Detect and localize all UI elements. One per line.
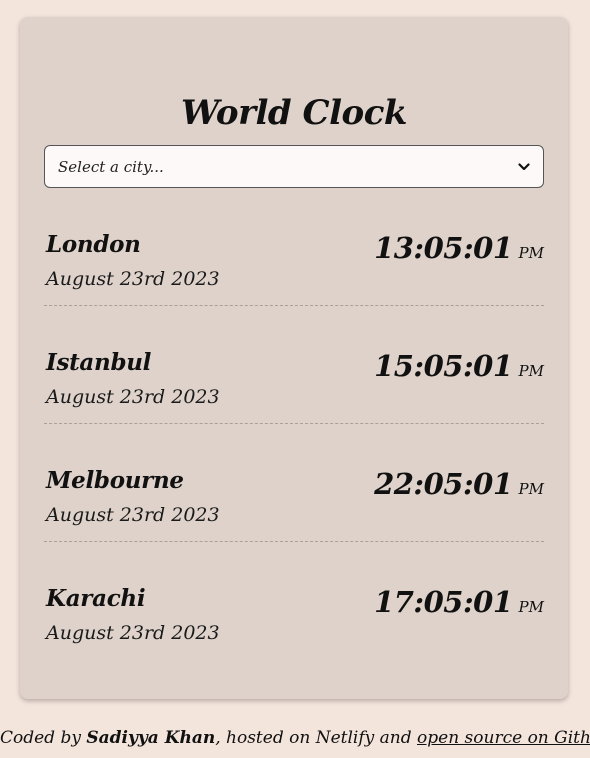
city-ampm: PM (518, 480, 544, 498)
city-select-value: Select a city... (58, 157, 164, 176)
city-clock: 17:05:01 (374, 585, 513, 619)
world-clock-card: World Clock Select a city... London Augu… (20, 17, 568, 699)
footer-middle: , hosted on Netlify and (215, 728, 418, 748)
city-clock: 22:05:01 (374, 467, 513, 501)
row-divider (44, 305, 544, 306)
city-time: 13:05:01 PM (374, 231, 544, 265)
city-name: Melbourne (46, 467, 184, 494)
city-name: Istanbul (46, 349, 152, 376)
city-clock: 15:05:01 (374, 349, 513, 383)
city-time: 22:05:01 PM (374, 467, 544, 501)
city-row-london: London August 23rd 2023 13:05:01 PM (44, 221, 544, 339)
city-row-karachi: Karachi August 23rd 2023 17:05:01 PM (44, 575, 544, 693)
row-divider (44, 541, 544, 542)
city-date: August 23rd 2023 (46, 622, 220, 644)
chevron-down-icon (517, 160, 531, 174)
footer-prefix: Coded by (0, 728, 87, 748)
city-name: London (46, 231, 141, 258)
row-divider (44, 423, 544, 424)
footer: Coded by Sadiyya Khan, hosted on Netlify… (0, 728, 590, 748)
city-row-istanbul: Istanbul August 23rd 2023 15:05:01 PM (44, 339, 544, 457)
city-date: August 23rd 2023 (46, 268, 220, 290)
city-ampm: PM (518, 362, 544, 380)
city-date: August 23rd 2023 (46, 504, 220, 526)
city-ampm: PM (518, 598, 544, 616)
city-time: 17:05:01 PM (374, 585, 544, 619)
footer-author: Sadiyya Khan (86, 728, 216, 748)
city-name: Karachi (46, 585, 146, 612)
city-row-melbourne: Melbourne August 23rd 2023 22:05:01 PM (44, 457, 544, 575)
city-date: August 23rd 2023 (46, 386, 220, 408)
city-select[interactable]: Select a city... (44, 145, 544, 188)
city-clock: 13:05:01 (374, 231, 513, 265)
page-title: World Clock (181, 93, 407, 133)
city-time: 15:05:01 PM (374, 349, 544, 383)
city-ampm: PM (518, 244, 544, 262)
github-link[interactable]: open source on Github (417, 728, 590, 748)
